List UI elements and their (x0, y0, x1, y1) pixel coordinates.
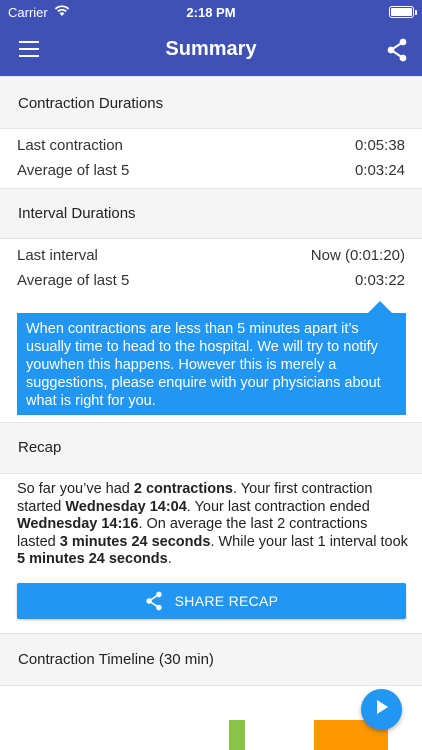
row-value: 0:03:22 (354, 272, 405, 289)
average-interval-row: Average of last 5 0:03:22 (17, 272, 405, 289)
last-interval-row: Last interval Now (0:01:20) (17, 247, 405, 264)
row-value: 0:05:38 (354, 137, 405, 154)
share-recap-button[interactable]: SHARE RECAP (17, 583, 406, 619)
tooltip-arrow (368, 301, 392, 313)
row-label: Last interval (17, 247, 98, 264)
last-interval-duration: 5 minutes 24 seconds (17, 551, 168, 567)
recap-text: So far you’ve had 2 contractions. Your f… (17, 481, 408, 567)
row-value: Now (0:01:20) (310, 247, 405, 264)
share-recap-label: SHARE RECAP (174, 593, 279, 609)
recap-header: Recap (0, 422, 422, 474)
row-label: Last contraction (17, 137, 123, 154)
status-bar: Carrier 2:18 PM (0, 0, 422, 26)
row-label: Average of last 5 (17, 162, 130, 179)
play-button[interactable] (361, 689, 402, 730)
battery-icon (389, 6, 417, 18)
contraction-count: 2 contractions (133, 481, 233, 497)
timeline-header: Contraction Timeline (30 min) (0, 633, 422, 686)
page-title: Summary (165, 38, 257, 60)
play-icon (375, 699, 389, 720)
battery-fill (391, 8, 412, 16)
average-contraction-row: Average of last 5 0:03:24 (17, 162, 405, 179)
app-bar: Summary (0, 26, 422, 76)
average-duration: 3 minutes 24 seconds (59, 533, 211, 550)
share-icon[interactable] (386, 38, 408, 62)
share-icon (145, 591, 163, 611)
row-value: 0:03:24 (354, 162, 405, 179)
row-label: Average of last 5 (17, 272, 130, 289)
last-contraction-row: Last contraction 0:05:38 (17, 137, 405, 154)
section-title: Interval Durations (18, 205, 136, 222)
last-contraction-time: Wednesday 14:16 (17, 516, 139, 532)
section-title: Contraction Timeline (30 min) (18, 651, 214, 668)
section-title: Contraction Durations (18, 95, 164, 112)
section-title: Recap (18, 439, 62, 456)
first-contraction-time: Wednesday 14:04 (65, 498, 187, 515)
contraction-durations-header: Contraction Durations (0, 76, 422, 129)
clock: 2:18 PM (186, 5, 236, 20)
contraction-timeline (0, 686, 422, 750)
interval-durations-header: Interval Durations (0, 188, 422, 239)
timeline-bar-interval (229, 720, 245, 750)
hospital-tooltip: When contractions are less than 5 minute… (17, 313, 406, 415)
